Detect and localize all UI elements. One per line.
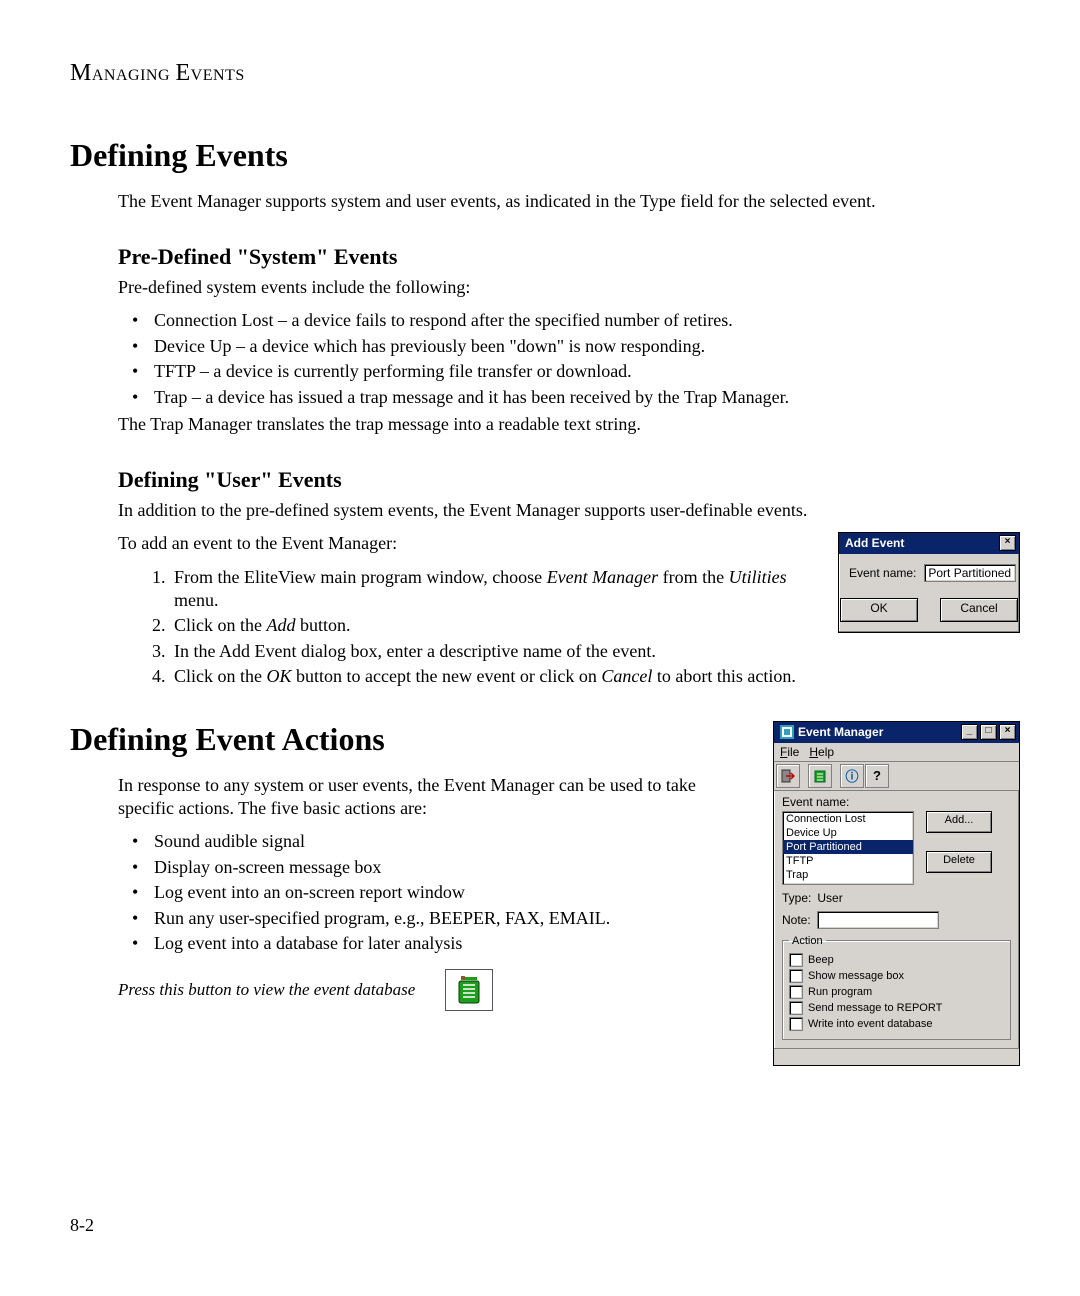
type-value: User	[817, 891, 842, 905]
maximize-icon[interactable]: □	[980, 724, 997, 740]
add-event-dialog: Add Event × Event name: OK Cancel	[838, 532, 1020, 633]
event-listbox[interactable]: Connection Lost Device Up Port Partition…	[782, 811, 914, 885]
user-events-lead: To add an event to the Event Manager:	[118, 532, 820, 555]
toolbar: ⓘ ?	[774, 762, 1019, 791]
close-icon[interactable]: ×	[999, 535, 1016, 551]
checkbox-icon	[789, 969, 803, 983]
window-title: Event Manager	[798, 725, 883, 739]
list-item: Trap – a device has issued a trap messag…	[118, 386, 1020, 409]
user-events-intro: In addition to the pre-defined system ev…	[118, 499, 1020, 522]
actions-list: Sound audible signal Display on-screen m…	[118, 830, 755, 955]
exit-icon	[781, 769, 795, 783]
checkbox-write-db[interactable]: Write into event database	[789, 1017, 1004, 1031]
database-icon	[455, 975, 483, 1005]
list-item: Sound audible signal	[118, 830, 755, 853]
menu-file[interactable]: File	[780, 745, 799, 759]
dialog-titlebar[interactable]: Add Event ×	[839, 533, 1019, 554]
list-item: Log event into a database for later anal…	[118, 932, 755, 955]
minimize-icon[interactable]: _	[961, 724, 978, 740]
subheading-user-events: Defining "User" Events	[118, 466, 1020, 495]
list-item: From the EliteView main program window, …	[170, 566, 820, 613]
listbox-item[interactable]: Trap	[783, 868, 913, 882]
delete-button[interactable]: Delete	[926, 851, 992, 873]
window-titlebar[interactable]: Event Manager _ □ ×	[774, 722, 1019, 743]
toolbar-exit-button[interactable]	[776, 764, 800, 788]
help-icon: ?	[873, 768, 881, 783]
chapter-header: MANAGING EVENTS	[70, 60, 1020, 87]
database-icon	[813, 769, 827, 783]
add-button[interactable]: Add...	[926, 811, 992, 833]
list-item: In the Add Event dialog box, enter a des…	[170, 640, 820, 663]
menubar: File Help	[774, 743, 1019, 762]
list-item: Run any user-specified program, e.g., BE…	[118, 907, 755, 930]
system-events-list: Connection Lost – a device fails to resp…	[118, 309, 1020, 409]
steps-list: From the EliteView main program window, …	[118, 566, 820, 689]
subheading-system-events: Pre-Defined "System" Events	[118, 243, 1020, 272]
list-item: Connection Lost – a device fails to resp…	[118, 309, 1020, 332]
close-icon[interactable]: ×	[999, 724, 1016, 740]
database-hint: Press this button to view the event data…	[118, 979, 415, 1001]
cancel-button[interactable]: Cancel	[940, 598, 1018, 622]
list-item: TFTP – a device is currently performing …	[118, 360, 1020, 383]
checkbox-beep[interactable]: Beep	[789, 953, 1004, 967]
dialog-title: Add Event	[845, 536, 904, 552]
toolbar-about-button[interactable]: ⓘ	[840, 764, 864, 788]
menu-help[interactable]: Help	[809, 745, 834, 759]
note-input[interactable]	[817, 911, 939, 929]
listbox-item-selected[interactable]: Port Partitioned	[783, 840, 913, 854]
list-item: Click on the OK button to accept the new…	[170, 665, 820, 688]
type-label: Type:	[782, 891, 811, 905]
action-legend: Action	[789, 935, 826, 947]
listbox-item[interactable]: Device Up	[783, 826, 913, 840]
list-item: Device Up – a device which has previousl…	[118, 335, 1020, 358]
list-item: Click on the Add button.	[170, 614, 820, 637]
event-name-input[interactable]	[924, 564, 1016, 582]
checkbox-icon	[789, 1017, 803, 1031]
ok-button[interactable]: OK	[840, 598, 918, 622]
statusbar	[774, 1048, 1019, 1065]
list-item: Display on-screen message box	[118, 856, 755, 879]
toolbar-help-button[interactable]: ?	[865, 764, 889, 788]
listbox-item[interactable]: Connection Lost	[783, 812, 913, 826]
event-manager-window: Event Manager _ □ × File Help	[773, 721, 1020, 1066]
system-events-outro: The Trap Manager translates the trap mes…	[118, 413, 1020, 436]
list-item: Log event into an on-screen report windo…	[118, 881, 755, 904]
actions-intro: In response to any system or user events…	[118, 774, 755, 821]
event-name-label: Event name:	[849, 566, 916, 582]
database-button[interactable]	[445, 969, 493, 1011]
app-icon	[780, 725, 794, 739]
toolbar-database-button[interactable]	[808, 764, 832, 788]
page-number: 8-2	[70, 1215, 94, 1236]
checkbox-icon	[789, 985, 803, 999]
listbox-item[interactable]: TFTP	[783, 854, 913, 868]
info-icon: ⓘ	[845, 766, 858, 785]
event-name-label: Event name:	[782, 795, 1011, 809]
checkbox-icon	[789, 1001, 803, 1015]
system-events-intro: Pre-defined system events include the fo…	[118, 276, 1020, 299]
checkbox-icon	[789, 953, 803, 967]
intro-paragraph: The Event Manager supports system and us…	[118, 190, 1020, 213]
note-label: Note:	[782, 913, 811, 927]
section-title-event-actions: Defining Event Actions	[70, 721, 755, 758]
checkbox-send-report[interactable]: Send message to REPORT	[789, 1001, 1004, 1015]
checkbox-run-program[interactable]: Run program	[789, 985, 1004, 999]
checkbox-show-message[interactable]: Show message box	[789, 969, 1004, 983]
action-group: Action Beep Show message box Run program…	[782, 935, 1011, 1040]
section-title-defining-events: Defining Events	[70, 137, 1020, 174]
